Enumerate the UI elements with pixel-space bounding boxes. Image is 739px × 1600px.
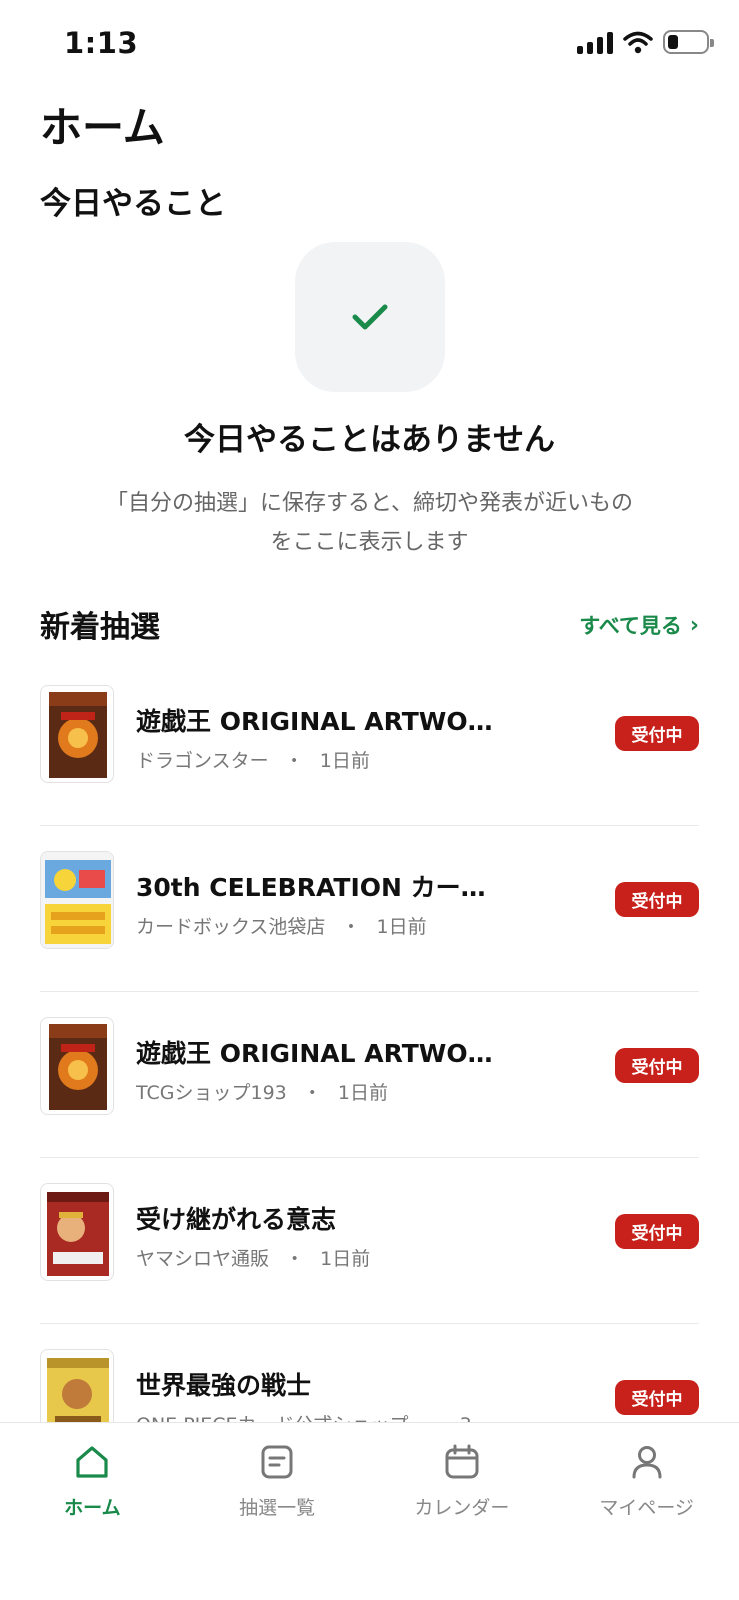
lottery-list: 遊戯王 ORIGINAL ARTWORK COL… ドラゴンスター ・ 1日前 … bbox=[40, 660, 699, 1423]
tab-my-page[interactable]: マイページ bbox=[554, 1423, 739, 1533]
product-thumbnail bbox=[40, 1017, 114, 1115]
empty-state-check-tile bbox=[295, 242, 445, 392]
checkmark-icon bbox=[352, 304, 388, 330]
tab-label: ホーム bbox=[64, 1497, 121, 1519]
status-badge: 受付中 bbox=[615, 882, 699, 917]
status-icons bbox=[577, 30, 714, 54]
person-icon bbox=[632, 1446, 662, 1479]
lottery-item[interactable]: 遊戯王 ORIGINAL ARTWORK CO… TCGショップ193 ・ 1日… bbox=[40, 992, 699, 1158]
meta-separator: ・ bbox=[284, 750, 304, 772]
lottery-item-age: 1日前 bbox=[319, 750, 370, 772]
product-thumbnail bbox=[40, 685, 114, 783]
home-screen: 1:13 ホーム 今日やること 今日やることはありません 「自分の抽選」に保存す… bbox=[0, 0, 739, 1600]
tab-bar: ホーム 抽選一覧 カレンダー マイページ bbox=[0, 1422, 739, 1600]
lottery-item[interactable]: 世界最強の戦士 ONE PIECEカード公式ショップ ・ 3日前 受付中 bbox=[40, 1324, 699, 1423]
status-badge: 受付中 bbox=[615, 716, 699, 751]
status-badge: 受付中 bbox=[615, 1380, 699, 1415]
empty-state-description: 「自分の抽選」に保存すると、締切や発表が近いものをここに表示します bbox=[105, 491, 634, 555]
lottery-item-meta: カードボックス池袋店 ・ 1日前 bbox=[136, 912, 506, 939]
meta-separator: ・ bbox=[302, 1082, 322, 1104]
product-thumbnail bbox=[40, 851, 114, 949]
meta-separator: ・ bbox=[341, 916, 361, 938]
lottery-item-age: 1日前 bbox=[337, 1082, 388, 1104]
empty-state-title: 今日やることはありません bbox=[183, 422, 556, 458]
status-badge: 受付中 bbox=[615, 1214, 699, 1249]
lottery-item[interactable]: 30th CELEBRATION カードセット カードボックス池袋店 ・ 1日前… bbox=[40, 826, 699, 992]
tab-label: カレンダー bbox=[414, 1497, 510, 1519]
status-bar: 1:13 bbox=[0, 0, 739, 90]
see-all-label: すべて見る bbox=[579, 614, 682, 638]
lottery-item-text: 受け継がれる意志 ヤマシロヤ通販 ・ 1日前 bbox=[136, 1200, 506, 1271]
lottery-item-shop: カードボックス池袋店 bbox=[136, 916, 326, 938]
tab-home[interactable]: ホーム bbox=[0, 1423, 185, 1533]
meta-separator: ・ bbox=[285, 1248, 305, 1270]
lottery-item-text: 遊戯王 ORIGINAL ARTWORK CO… TCGショップ193 ・ 1日… bbox=[136, 1034, 506, 1105]
list-icon bbox=[261, 1445, 293, 1479]
wifi-icon bbox=[623, 31, 653, 54]
lottery-item-title: 受け継がれる意志 bbox=[136, 1205, 337, 1234]
chevron-right-icon: › bbox=[689, 612, 699, 638]
lottery-item-age: 1日前 bbox=[376, 916, 427, 938]
lottery-item[interactable]: 遊戯王 ORIGINAL ARTWORK COL… ドラゴンスター ・ 1日前 … bbox=[40, 660, 699, 826]
tab-lottery-list[interactable]: 抽選一覧 bbox=[185, 1423, 370, 1533]
lottery-item-shop: ヤマシロヤ通販 bbox=[136, 1248, 270, 1270]
lottery-item-shop: TCGショップ193 bbox=[136, 1082, 287, 1104]
lottery-item-meta: TCGショップ193 ・ 1日前 bbox=[136, 1078, 506, 1105]
lottery-item-title: 遊戯王 ORIGINAL ARTWORK CO… bbox=[136, 1039, 506, 1068]
lottery-item-age: 1日前 bbox=[320, 1248, 371, 1270]
tab-calendar[interactable]: カレンダー bbox=[370, 1423, 555, 1533]
lottery-item-text: 世界最強の戦士 ONE PIECEカード公式ショップ ・ 3日前 bbox=[136, 1366, 506, 1423]
lottery-item-shop: ドラゴンスター bbox=[136, 750, 269, 772]
page-title: ホーム bbox=[40, 103, 165, 152]
see-all-link[interactable]: すべて見る › bbox=[579, 610, 699, 640]
lottery-item[interactable]: 受け継がれる意志 ヤマシロヤ通販 ・ 1日前 受付中 bbox=[40, 1158, 699, 1324]
today-section-title: 今日やること bbox=[40, 186, 226, 222]
new-lotteries-title: 新着抽選 bbox=[40, 610, 160, 645]
lottery-item-meta: ヤマシロヤ通販 ・ 1日前 bbox=[136, 1244, 506, 1271]
lottery-item-meta: ドラゴンスター ・ 1日前 bbox=[136, 746, 506, 773]
lottery-item-title: 遊戯王 ORIGINAL ARTWORK COL… bbox=[136, 707, 506, 736]
home-icon bbox=[76, 1446, 108, 1478]
tab-label: マイページ bbox=[599, 1497, 694, 1519]
battery-icon bbox=[663, 30, 714, 54]
product-thumbnail bbox=[40, 1183, 114, 1281]
cellular-signal-icon bbox=[577, 30, 613, 54]
lottery-item-text: 遊戯王 ORIGINAL ARTWORK COL… ドラゴンスター ・ 1日前 bbox=[136, 702, 506, 773]
lottery-item-title: 世界最強の戦士 bbox=[136, 1371, 312, 1400]
lottery-item-title: 30th CELEBRATION カードセット bbox=[136, 873, 506, 902]
lottery-item-text: 30th CELEBRATION カードセット カードボックス池袋店 ・ 1日前 bbox=[136, 868, 506, 939]
status-time: 1:13 bbox=[64, 26, 139, 60]
calendar-icon bbox=[445, 1444, 479, 1479]
tab-label: 抽選一覧 bbox=[239, 1497, 316, 1519]
status-badge: 受付中 bbox=[615, 1048, 699, 1083]
product-thumbnail bbox=[40, 1349, 114, 1423]
